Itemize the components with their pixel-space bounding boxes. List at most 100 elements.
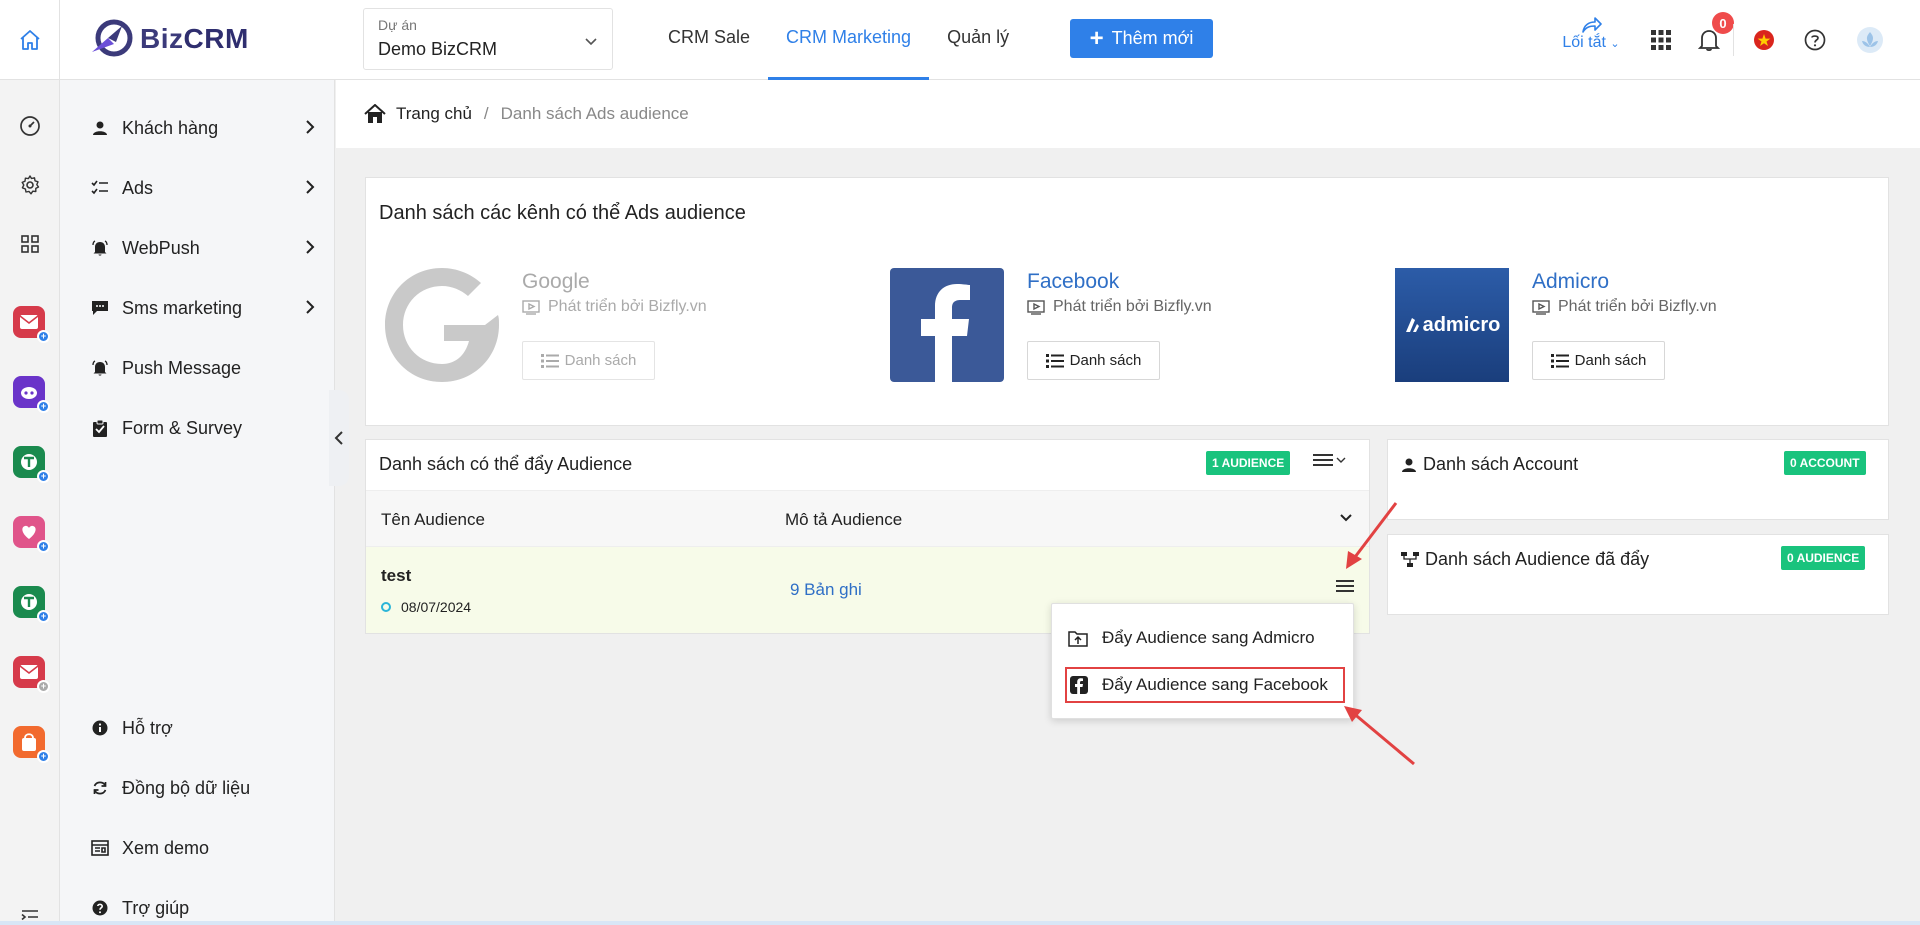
chevron-right-icon bbox=[305, 179, 315, 195]
plus-icon: + bbox=[1089, 24, 1104, 52]
chevron-left-icon bbox=[334, 430, 344, 446]
sidebar-item-sms-marketing[interactable]: Sms marketing bbox=[90, 293, 315, 323]
account-panel-title: Danh sách Account bbox=[1401, 454, 1578, 475]
sidebar-item-webpush[interactable]: WebPush bbox=[90, 233, 315, 263]
push-to-admicro-option[interactable]: Đẩy Audience sang Admicro bbox=[1068, 620, 1348, 655]
chevron-down-icon bbox=[1336, 456, 1346, 464]
channel-name[interactable]: Facebook bbox=[1027, 270, 1119, 294]
home-button[interactable] bbox=[0, 0, 60, 80]
push-to-facebook-option[interactable]: Đẩy Audience sang Facebook bbox=[1065, 667, 1345, 703]
rail-app-shop[interactable]: + bbox=[13, 726, 50, 763]
sidebar-item-label: Push Message bbox=[122, 357, 242, 378]
bell-ring-icon bbox=[90, 238, 110, 258]
admicro-list-button[interactable]: Danh sách bbox=[1532, 341, 1665, 380]
audience-date: 08/07/2024 bbox=[381, 599, 471, 615]
chevron-down-icon bbox=[584, 37, 598, 47]
robot-icon bbox=[19, 384, 39, 400]
network-icon bbox=[1401, 551, 1419, 568]
rail-settings-button[interactable] bbox=[18, 173, 42, 197]
sidebar-item-push-message[interactable]: Push Message bbox=[90, 353, 315, 383]
nav-crm-sale[interactable]: CRM Sale bbox=[650, 0, 768, 80]
sidebar-item-label: Hỗ trợ bbox=[122, 717, 173, 738]
sidebar-item-label: Xem demo bbox=[122, 837, 210, 858]
rail-app-email[interactable]: + bbox=[13, 306, 50, 343]
facebook-list-button[interactable]: Danh sách bbox=[1027, 341, 1160, 380]
status-dot-icon bbox=[381, 602, 391, 612]
add-badge-icon: + bbox=[37, 680, 50, 693]
breadcrumb-separator: / bbox=[483, 104, 489, 123]
col-header-name: Tên Audience bbox=[381, 510, 485, 529]
sidebar-item-tro-giup[interactable]: Trợ giúp bbox=[90, 893, 315, 923]
sidebar-item-dong-bo[interactable]: Đồng bộ dữ liệu bbox=[90, 773, 315, 803]
rail-app-ticket-2[interactable]: + bbox=[13, 586, 50, 623]
sidebar-item-label: Trợ giúp bbox=[122, 897, 190, 918]
rail-app-care[interactable]: + bbox=[13, 516, 50, 553]
add-badge-icon: + bbox=[37, 610, 50, 623]
gear-icon bbox=[19, 174, 41, 196]
audience-table-header: Tên Audience Mô tả Audience bbox=[366, 490, 1369, 547]
list-icon bbox=[1550, 353, 1569, 369]
user-avatar[interactable] bbox=[1856, 26, 1884, 54]
sidebar-item-ho-tro[interactable]: Hỗ trợ bbox=[90, 713, 315, 743]
person-icon bbox=[90, 118, 110, 138]
audience-options-button[interactable] bbox=[1313, 452, 1346, 468]
sync-icon bbox=[90, 778, 110, 798]
chat-bubble-icon bbox=[90, 298, 110, 318]
info-circle-icon bbox=[90, 718, 110, 738]
apps-grid-button[interactable] bbox=[1647, 26, 1675, 54]
add-badge-icon: + bbox=[37, 540, 50, 553]
avatar-icon bbox=[1856, 26, 1884, 54]
add-badge-icon: + bbox=[37, 400, 50, 413]
sidebar-item-khach-hang[interactable]: Khách hàng bbox=[90, 113, 315, 143]
sidebar-item-label: Ads bbox=[122, 177, 154, 198]
rail-modules-button[interactable] bbox=[18, 232, 42, 256]
nav-quan-ly[interactable]: Quản lý bbox=[929, 0, 1027, 80]
google-list-button[interactable]: Danh sách bbox=[522, 341, 655, 380]
bizcrm-logo[interactable]: BizCRM bbox=[88, 16, 249, 62]
channels-panel-title: Danh sách các kênh có thể Ads audience bbox=[379, 202, 746, 224]
heart-hand-icon bbox=[19, 523, 39, 541]
annotation-arrow-bottom bbox=[1344, 706, 1415, 766]
question-circle-icon bbox=[1804, 29, 1826, 51]
speedometer-icon bbox=[19, 115, 41, 137]
admicro-mark-icon bbox=[1404, 316, 1420, 334]
row-actions-button[interactable] bbox=[1336, 579, 1354, 593]
project-value: Demo BizCRM bbox=[378, 39, 498, 59]
project-label: Dự án bbox=[378, 17, 417, 33]
shortcut-menu[interactable]: Lối tắt ⌄ bbox=[1558, 16, 1624, 52]
channel-developer: Phát triển bởi Bizfly.vn bbox=[522, 298, 707, 316]
sidebar-item-ads[interactable]: Ads bbox=[90, 173, 315, 203]
browser-window-icon bbox=[90, 838, 110, 858]
list-icon bbox=[540, 353, 559, 369]
ticket-t-icon bbox=[19, 452, 39, 472]
envelope-icon bbox=[19, 664, 39, 680]
row-actions-dropdown: Đẩy Audience sang Admicro Đẩy Audience s… bbox=[1051, 603, 1354, 719]
add-new-label: Thêm mới bbox=[1111, 28, 1194, 48]
add-new-button[interactable]: + Thêm mới bbox=[1070, 19, 1213, 58]
language-button[interactable] bbox=[1750, 26, 1778, 54]
project-select[interactable]: Dự án Demo BizCRM bbox=[363, 8, 613, 70]
channel-name[interactable]: Admicro bbox=[1532, 270, 1609, 294]
rail-app-bot[interactable]: + bbox=[13, 376, 50, 413]
video-play-icon bbox=[522, 299, 540, 315]
rail-dashboard-button[interactable] bbox=[18, 114, 42, 138]
channel-developer: Phát triển bởi Bizfly.vn bbox=[1027, 298, 1212, 316]
add-badge-icon: + bbox=[37, 470, 50, 483]
rail-app-ticket[interactable]: + bbox=[13, 446, 50, 483]
rail-app-email-2[interactable]: + bbox=[13, 656, 50, 693]
marketing-sidebar: Khách hàng Ads WebPush Sms marketing Pus… bbox=[60, 80, 335, 925]
sidebar-item-xem-demo[interactable]: Xem demo bbox=[90, 833, 315, 863]
top-header: BizCRM Dự án Demo BizCRM CRM Sale CRM Ma… bbox=[0, 0, 1920, 80]
sidebar-collapse-button[interactable] bbox=[329, 390, 349, 486]
logo-text: BizCRM bbox=[140, 23, 249, 54]
hamburger-icon bbox=[1336, 579, 1354, 593]
breadcrumb-home-link[interactable]: Trang chủ bbox=[396, 104, 472, 124]
help-button[interactable] bbox=[1801, 26, 1829, 54]
sidebar-item-form-survey[interactable]: Form & Survey bbox=[90, 413, 315, 443]
sidebar-item-label: Đồng bộ dữ liệu bbox=[122, 777, 251, 798]
nav-crm-marketing[interactable]: CRM Marketing bbox=[768, 0, 930, 80]
sidebar-item-label: Form & Survey bbox=[122, 417, 243, 438]
sidebar-item-label: Sms marketing bbox=[122, 297, 243, 318]
col-header-desc: Mô tả Audience bbox=[785, 510, 903, 529]
audience-record-link[interactable]: 9 Bản ghi bbox=[790, 580, 862, 600]
